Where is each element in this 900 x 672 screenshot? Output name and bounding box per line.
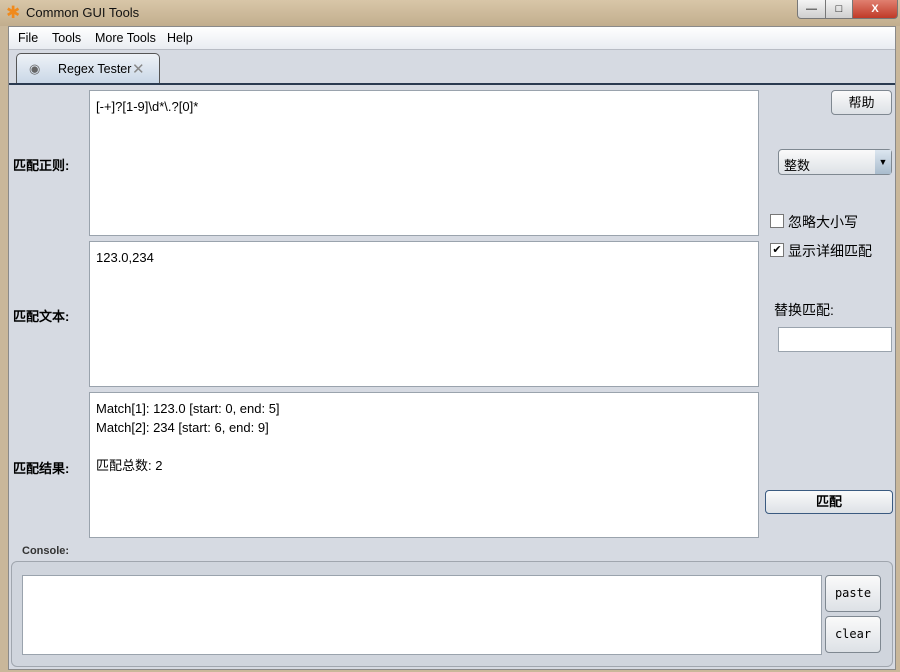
regex-icon: ◉ (29, 61, 41, 76)
match-button[interactable]: 匹配 (765, 490, 893, 514)
detail-match-label: 显示详细匹配 (788, 243, 872, 259)
ignore-case-checkbox[interactable] (770, 214, 784, 228)
main-window: File Tools More Tools Help ◉ Regex Teste… (8, 26, 896, 670)
maximize-button[interactable]: □ (825, 0, 853, 19)
console-panel: paste clear (11, 561, 893, 667)
menu-help[interactable]: Help (167, 31, 193, 45)
close-button[interactable]: X (852, 0, 898, 19)
text-label: 匹配文本: (13, 309, 70, 324)
window-title: Common GUI Tools (26, 5, 140, 20)
chevron-down-icon: ▼ (875, 150, 891, 174)
app-logo-icon: ✱ (6, 3, 21, 22)
tab-regex-tester[interactable]: ◉ Regex Tester ✕ (16, 53, 160, 84)
result-label: 匹配结果: (13, 461, 70, 476)
tab-label: Regex Tester (58, 62, 132, 76)
console-output[interactable] (22, 575, 822, 655)
help-button[interactable]: 帮助 (831, 90, 892, 115)
ignore-case-label: 忽略大小写 (788, 214, 858, 230)
regex-input[interactable]: [-+]?[1-9]\d*\.?[0]* (89, 90, 759, 236)
paste-button[interactable]: paste (825, 575, 881, 612)
replace-input[interactable] (778, 327, 892, 352)
console-label: Console: (22, 545, 70, 557)
detail-match-checkbox[interactable]: ✔ (770, 243, 784, 257)
preset-select[interactable]: 整数 ▼ (778, 149, 892, 175)
menu-file[interactable]: File (18, 31, 38, 45)
menu-bar: File Tools More Tools Help (9, 27, 895, 50)
tab-divider (9, 83, 895, 85)
menu-tools[interactable]: Tools (52, 31, 81, 45)
title-bar: ✱ Common GUI Tools — □ X (0, 0, 900, 26)
tab-close-icon[interactable]: ✕ (132, 60, 145, 78)
regex-label: 匹配正则: (13, 158, 70, 173)
result-output[interactable]: Match[1]: 123.0 [start: 0, end: 5] Match… (89, 392, 759, 538)
clear-button[interactable]: clear (825, 616, 881, 653)
text-input[interactable]: 123.0,234 (89, 241, 759, 387)
preset-value: 整数 (784, 158, 811, 173)
menu-more-tools[interactable]: More Tools (95, 31, 156, 45)
minimize-button[interactable]: — (797, 0, 826, 19)
replace-label: 替换匹配: (774, 302, 834, 318)
